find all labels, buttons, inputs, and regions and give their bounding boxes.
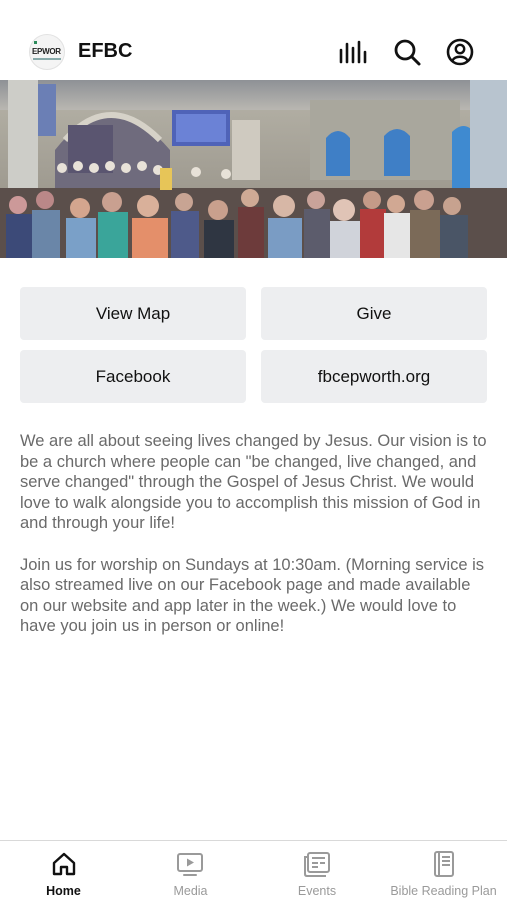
logo-mark bbox=[34, 41, 37, 44]
tab-home[interactable]: Home bbox=[0, 841, 127, 900]
account-icon[interactable] bbox=[444, 36, 476, 68]
church-description: We are all about seeing lives changed by… bbox=[20, 431, 490, 658]
home-icon bbox=[50, 850, 78, 878]
app-title: EFBC bbox=[78, 40, 133, 62]
audio-bars-icon[interactable] bbox=[336, 36, 368, 68]
church-logo: EPWOR bbox=[29, 34, 65, 70]
facebook-button[interactable]: Facebook bbox=[20, 350, 246, 403]
tab-media-label: Media bbox=[173, 884, 208, 898]
tab-bible-reading-plan[interactable]: Bible Reading Plan bbox=[380, 841, 507, 900]
tab-home-label: Home bbox=[46, 884, 81, 898]
search-icon[interactable] bbox=[391, 36, 423, 68]
hero-worship-photo bbox=[0, 80, 507, 258]
app-header: EPWOR EFBC bbox=[0, 0, 507, 80]
tab-media[interactable]: Media bbox=[127, 841, 254, 900]
tab-events[interactable]: Events bbox=[254, 841, 380, 900]
bottom-tab-bar: Home Media Events Bible Reading Plan bbox=[0, 840, 507, 900]
logo-underline bbox=[33, 58, 61, 60]
description-paragraph-vision: We are all about seeing lives changed by… bbox=[20, 432, 487, 533]
tab-events-label: Events bbox=[297, 884, 337, 898]
media-icon bbox=[176, 850, 204, 878]
description-paragraph-worship: Join us for worship on Sundays at 10:30a… bbox=[20, 555, 485, 636]
book-icon bbox=[430, 850, 458, 878]
website-button[interactable]: fbcepworth.org bbox=[261, 350, 487, 403]
give-button[interactable]: Give bbox=[261, 287, 487, 340]
events-icon bbox=[303, 850, 331, 878]
view-map-button[interactable]: View Map bbox=[20, 287, 246, 340]
logo-text: EPWOR bbox=[32, 47, 61, 56]
tab-bible-reading-plan-label: Bible Reading Plan bbox=[390, 884, 497, 898]
